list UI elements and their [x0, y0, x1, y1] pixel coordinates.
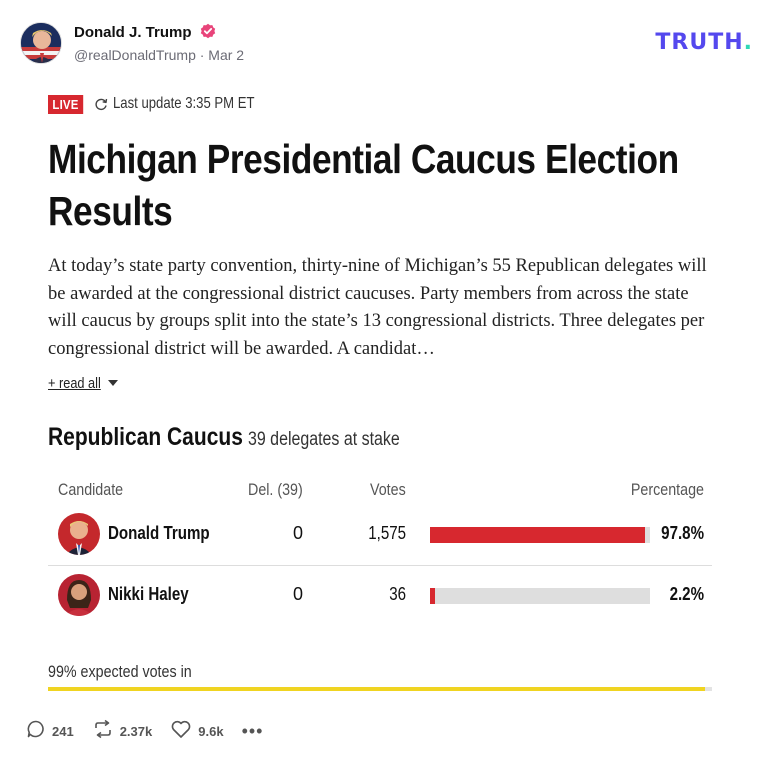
candidate-name: Nikki Haley	[108, 584, 189, 604]
last-update-text: Last update 3:35 PM ET	[112, 95, 255, 112]
chevron-down-icon[interactable]	[106, 378, 120, 388]
candidate-name: Donald Trump	[108, 523, 210, 543]
more-options-icon[interactable]: •••	[242, 721, 264, 742]
candidate-photo	[58, 574, 100, 616]
like-button[interactable]: 9.6k	[170, 719, 224, 744]
retruth-button[interactable]: 2.37k	[92, 719, 153, 744]
reply-count: 241	[52, 723, 74, 739]
caucus-title: Republican Caucus	[48, 423, 243, 451]
article-intro: At today’s state party convention, thirt…	[48, 256, 707, 359]
header-delegates: Del. (39)	[248, 480, 303, 499]
vote-share-fill	[430, 527, 646, 543]
candidate-row[interactable]: Donald Trump 0 1,575 97.8%	[48, 506, 712, 566]
vote-share-bar	[430, 527, 650, 543]
read-all-row: + read all	[48, 373, 712, 393]
caucus-heading: Republican Caucus 39 delegates at stake	[48, 423, 429, 452]
live-badge: LIVE	[48, 94, 83, 114]
vote-share-bar	[430, 588, 650, 604]
heart-icon	[170, 719, 192, 744]
reply-button[interactable]: 241	[26, 719, 74, 744]
retruth-icon	[92, 719, 114, 744]
vote-share-fill	[430, 588, 435, 604]
candidate-percentage: 2.2%	[669, 584, 704, 604]
expected-votes-fill	[48, 687, 706, 691]
candidate-delegates: 0	[292, 584, 303, 604]
author-name[interactable]: Donald J. Trump	[74, 23, 216, 43]
read-all-link[interactable]: + read all	[48, 375, 101, 392]
header-percentage: Percentage	[630, 480, 704, 499]
refresh-icon	[94, 97, 108, 111]
retruth-count: 2.37k	[119, 723, 153, 739]
truth-logo-dot: .	[743, 30, 753, 55]
candidate-row[interactable]: Nikki Haley 0 36 2.2%	[48, 567, 712, 627]
caucus-subtitle: 39 delegates at stake	[248, 429, 400, 450]
truth-logo-text: TRUTH	[655, 30, 744, 55]
candidate-votes: 36	[389, 584, 406, 604]
post-actions: 241 2.37k 9.6k •••	[26, 719, 264, 744]
header-votes: Votes	[370, 480, 406, 499]
candidate-delegates: 0	[292, 523, 303, 543]
article-embed: LIVE Last update 3:35 PM ET Michigan Pre…	[48, 92, 712, 616]
like-count: 9.6k	[198, 723, 224, 739]
avatar-image	[21, 23, 61, 63]
author-avatar[interactable]	[20, 22, 62, 64]
truth-logo[interactable]: TRUTH.	[655, 30, 753, 55]
post-header: Donald J. Trump @realDonaldTrump · Mar 2…	[20, 20, 757, 66]
verified-badge-icon	[200, 23, 216, 43]
candidate-votes: 1,575	[368, 523, 406, 543]
header-candidate: Candidate	[58, 480, 124, 499]
candidate-percentage: 97.8%	[661, 523, 704, 543]
author-handle-date[interactable]: @realDonaldTrump · Mar 2	[74, 47, 244, 63]
article-headline: Michigan Presidential Caucus Election Re…	[48, 136, 679, 234]
expected-votes-label: 99% expected votes in	[48, 662, 192, 681]
reply-icon	[26, 719, 46, 744]
author-name-text[interactable]: Donald J. Trump	[74, 24, 192, 41]
expected-votes-bar	[48, 687, 712, 691]
candidate-photo	[58, 513, 100, 555]
live-status-row: LIVE Last update 3:35 PM ET	[48, 92, 712, 116]
